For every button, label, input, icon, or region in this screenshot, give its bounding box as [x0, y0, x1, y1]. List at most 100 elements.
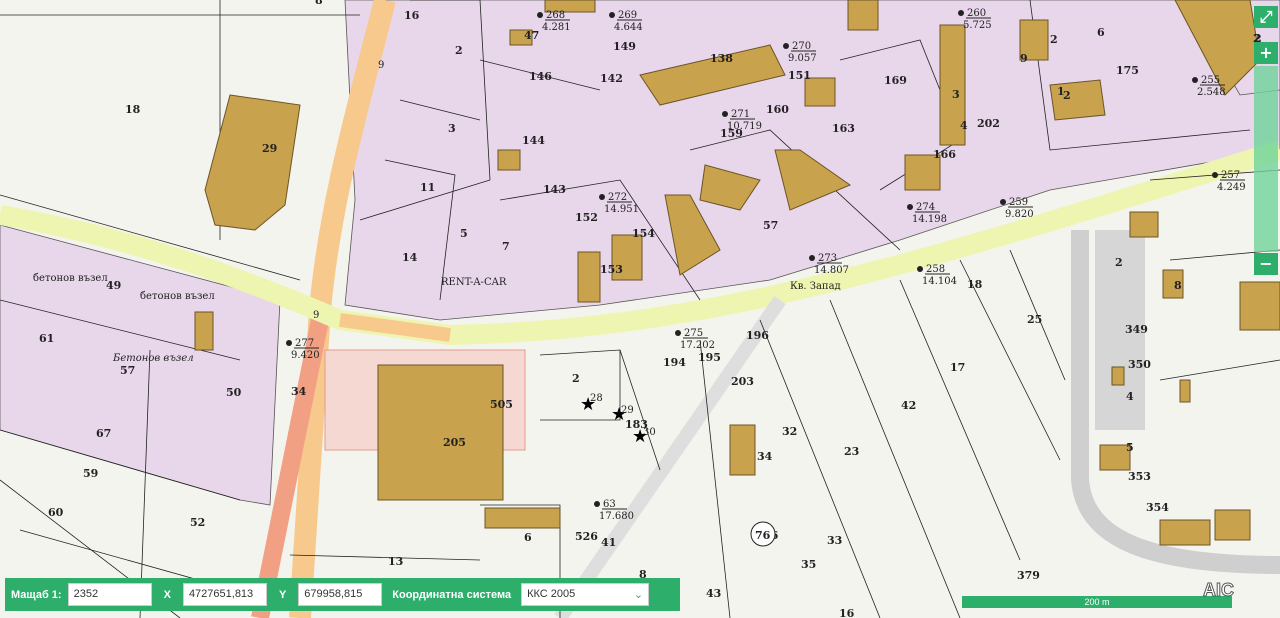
parcel-number: 16	[404, 9, 420, 22]
fullscreen-button[interactable]: ⤢	[1254, 6, 1278, 28]
benchmark-elevation: 9.057	[788, 53, 817, 64]
benchmark-dot	[907, 204, 913, 210]
y-label: Y	[278, 588, 287, 601]
parcel-number: 34	[291, 385, 307, 398]
parcel-number: 33	[827, 534, 842, 547]
parcel-number: 16	[839, 607, 855, 618]
benchmark-id: 259	[1009, 197, 1028, 208]
star-label: 29	[621, 405, 634, 416]
benchmark: 2574.249	[1212, 170, 1246, 193]
parcel-number: 9	[1020, 52, 1028, 65]
parcel-number: 194	[663, 356, 686, 369]
parcel-number: 41	[601, 536, 616, 549]
benchmark-dot	[537, 12, 543, 18]
expand-icon: ⤢	[1259, 7, 1273, 26]
cadastral-map[interactable]: 81821631151472914614414914247138151 16917…	[0, 0, 1280, 618]
scale-input[interactable]: 2352	[67, 583, 152, 606]
benchmark-dot	[1212, 172, 1218, 178]
parcel-number: 25	[1027, 313, 1042, 326]
benchmark-dot	[599, 194, 605, 200]
benchmark: 27517.202	[675, 328, 715, 351]
benchmark: 6317.680	[594, 499, 634, 522]
street-label: Бетонов възел	[112, 353, 194, 364]
parcel-number: 49	[106, 279, 121, 292]
star-label: 28	[590, 393, 603, 404]
parcel-number: 166	[933, 148, 956, 161]
scale-bar: 200 m	[962, 596, 1232, 608]
parcel-number: 57	[763, 219, 778, 232]
parcel-number: 2	[1115, 256, 1123, 269]
poi-label: Кв. Запад	[790, 281, 841, 292]
star-label: 30	[643, 427, 656, 438]
parcel-number: 354	[1146, 501, 1169, 514]
benchmark-elevation: 9.820	[1005, 209, 1034, 220]
benchmark-id: 271	[731, 109, 750, 120]
benchmark-id: 257	[1221, 170, 1240, 181]
parcel-number: 154	[632, 227, 655, 240]
benchmark-elevation: 14.104	[922, 276, 957, 287]
road-number: 9	[313, 310, 319, 321]
zoom-out-button[interactable]: −	[1254, 253, 1278, 275]
benchmark-elevation: 14.807	[814, 265, 849, 276]
circle-marker-label: 76	[755, 529, 771, 542]
parcel-number: 153	[600, 263, 623, 276]
benchmark-id: 260	[967, 8, 986, 19]
crs-label: Координатна система	[392, 588, 512, 601]
benchmark-id: 258	[926, 264, 945, 275]
parcel-number: 3	[952, 88, 960, 101]
parcel-number: 149	[613, 40, 636, 53]
parcel-number: 47	[524, 29, 539, 42]
benchmark-id: 63	[603, 499, 616, 510]
parcel-number: 52	[190, 516, 205, 529]
benchmark-elevation: 5.725	[963, 20, 992, 31]
benchmark-id: 269	[618, 10, 637, 21]
crs-select[interactable]: ККС 2005 ⌄	[521, 583, 650, 606]
benchmark-dot	[675, 330, 681, 336]
coordinates-bar: Мащаб 1: 2352 X 4727651,813 Y 679958,815…	[5, 578, 680, 611]
parcel-number: 349	[1125, 323, 1148, 336]
parcel-number: 4	[960, 119, 968, 132]
parcel-number: 17	[950, 361, 965, 374]
street-label: бетонов възел	[33, 273, 108, 284]
parcel-number: 505	[490, 398, 513, 411]
benchmark-dot	[809, 255, 815, 261]
parcel-number: 379	[1017, 569, 1040, 582]
parcel-number: 57	[120, 364, 135, 377]
parcel-number: 8	[315, 0, 323, 7]
parcel-number: 5	[1126, 441, 1134, 454]
zoom-slider[interactable]	[1254, 66, 1278, 252]
parcel-number: 13	[388, 555, 403, 568]
parcel-number: 202	[977, 117, 1000, 130]
parcel-number: 1	[1057, 85, 1065, 98]
parcel-number: 143	[543, 183, 566, 196]
parcel-number: 42	[901, 399, 916, 412]
scale-label: Мащаб 1:	[11, 588, 62, 601]
benchmark-id: 255	[1201, 75, 1220, 86]
benchmark-id: 270	[792, 41, 811, 52]
benchmark-elevation: 4.249	[1217, 182, 1246, 193]
benchmark-dot	[722, 111, 728, 117]
benchmark-elevation: 9.420	[291, 350, 320, 361]
parcel-number: 6	[1097, 26, 1105, 39]
parcel-number: 18	[967, 278, 983, 291]
parcel-number: 2	[1050, 33, 1058, 46]
chevron-down-icon: ⌄	[633, 589, 644, 601]
parcel-number: 353	[1128, 470, 1151, 483]
parcel-number: 146	[529, 70, 552, 83]
x-coordinate-input[interactable]: 4727651,813	[182, 583, 267, 606]
benchmark-id: 277	[295, 338, 314, 349]
parcel-number: 4	[1126, 390, 1134, 403]
y-coordinate-input[interactable]: 679958,815	[298, 583, 383, 606]
zoom-in-button[interactable]: +	[1254, 42, 1278, 64]
benchmark-id: 272	[608, 192, 627, 203]
benchmark-elevation: 17.202	[680, 340, 715, 351]
benchmark-id: 268	[546, 10, 565, 21]
benchmark-id: 274	[916, 202, 935, 213]
benchmark-elevation: 4.281	[542, 22, 571, 33]
parcel-number: 8	[1174, 279, 1182, 292]
parcel-number: 350	[1128, 358, 1151, 371]
parcel-number: 7	[502, 240, 510, 253]
crs-value: ККС 2005	[527, 588, 576, 600]
benchmark: 2599.820	[1000, 197, 1034, 220]
parcel-number: 163	[832, 122, 855, 135]
